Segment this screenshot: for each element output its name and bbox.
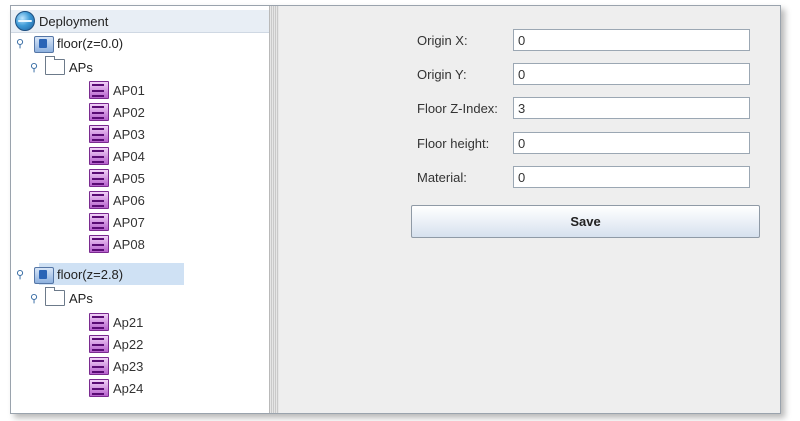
folder-icon xyxy=(45,287,65,306)
tree-floor-1[interactable]: ⚲ floor(z=2.8) xyxy=(15,263,123,285)
ap-label: AP02 xyxy=(113,104,145,120)
ap-label: AP04 xyxy=(113,148,145,164)
tree-ap-item[interactable]: Ap23 xyxy=(89,355,143,377)
floor-icon xyxy=(33,265,54,284)
ap-label: Ap21 xyxy=(113,314,144,330)
tree-ap-item[interactable]: AP02 xyxy=(89,101,145,123)
deployment-tree[interactable]: Deployment ⚲ floor(z=0.0) ⚲ APs AP01 AP0… xyxy=(11,6,269,413)
origin-y-row: Origin Y: xyxy=(417,61,750,87)
access-point-icon xyxy=(89,125,109,143)
save-button[interactable]: Save xyxy=(411,205,760,238)
ap-label: AP07 xyxy=(113,214,145,230)
tree-ap-item[interactable]: Ap21 xyxy=(89,311,143,333)
ap-label: Ap23 xyxy=(113,358,144,374)
ap-label: Ap22 xyxy=(113,336,144,352)
origin-x-field[interactable] xyxy=(513,29,750,51)
floor-height-field[interactable] xyxy=(513,132,750,154)
access-point-icon xyxy=(89,213,109,231)
origin-x-row: Origin X: xyxy=(417,27,750,53)
access-point-icon xyxy=(89,379,109,397)
expand-handle-icon[interactable]: ⚲ xyxy=(29,291,39,305)
origin-x-label: Origin X: xyxy=(417,32,468,48)
floor-z-index-row: Floor Z-Index: xyxy=(417,95,750,121)
ap-label: AP03 xyxy=(113,126,145,142)
tree-floor-0[interactable]: ⚲ floor(z=0.0) xyxy=(15,32,123,54)
tree-ap-item[interactable]: AP05 xyxy=(89,167,145,189)
access-point-icon xyxy=(89,191,109,209)
floor-height-row: Floor height: xyxy=(417,130,750,156)
tree-root-label: Deployment xyxy=(39,13,109,29)
tree-ap-item[interactable]: Ap22 xyxy=(89,333,143,355)
floor-height-label: Floor height: xyxy=(417,135,490,151)
ap-label: AP08 xyxy=(113,236,145,252)
access-point-icon xyxy=(89,103,109,121)
access-point-icon xyxy=(89,169,109,187)
floor-icon xyxy=(33,34,54,53)
tree-ap-item[interactable]: AP03 xyxy=(89,123,145,145)
origin-y-field[interactable] xyxy=(513,63,750,85)
access-point-icon xyxy=(89,357,109,375)
tree-group-label: APs xyxy=(69,59,93,75)
expand-handle-icon[interactable]: ⚲ xyxy=(29,60,39,74)
tree-ap-item[interactable]: AP07 xyxy=(89,211,145,233)
access-point-icon xyxy=(89,335,109,353)
expand-handle-icon[interactable]: ⚲ xyxy=(15,267,25,281)
tree-ap-item[interactable]: AP01 xyxy=(89,79,145,101)
tree-ap-item[interactable]: AP06 xyxy=(89,189,145,211)
access-point-icon xyxy=(89,147,109,165)
ap-label: AP05 xyxy=(113,170,145,186)
access-point-icon xyxy=(89,313,109,331)
ap-label: Ap24 xyxy=(113,380,144,396)
access-point-icon xyxy=(89,81,109,99)
properties-panel: Origin X: Origin Y: Floor Z-Index: Floor… xyxy=(279,6,780,413)
material-field[interactable] xyxy=(513,166,750,188)
expand-handle-icon[interactable]: ⚲ xyxy=(15,36,25,50)
material-row: Material: xyxy=(417,164,750,190)
tree-aps-group-1[interactable]: ⚲ APs xyxy=(29,287,93,309)
tree-ap-item[interactable]: AP08 xyxy=(89,233,145,255)
globe-icon xyxy=(15,11,35,31)
tree-floor-label: floor(z=0.0) xyxy=(57,35,124,51)
tree-ap-item[interactable]: AP04 xyxy=(89,145,145,167)
origin-y-label: Origin Y: xyxy=(417,66,467,82)
ap-label: AP06 xyxy=(113,192,145,208)
tree-floor-label: floor(z=2.8) xyxy=(57,266,124,282)
tree-aps-group-0[interactable]: ⚲ APs xyxy=(29,56,93,78)
tree-ap-item[interactable]: Ap24 xyxy=(89,377,143,399)
access-point-icon xyxy=(89,235,109,253)
tree-root-deployment[interactable]: Deployment xyxy=(15,10,108,32)
folder-icon xyxy=(45,56,65,75)
deployment-window: Deployment ⚲ floor(z=0.0) ⚲ APs AP01 AP0… xyxy=(10,5,781,414)
ap-label: AP01 xyxy=(113,82,145,98)
material-label: Material: xyxy=(417,169,467,185)
floor-z-index-field[interactable] xyxy=(513,97,750,119)
tree-group-label: APs xyxy=(69,290,93,306)
floor-z-index-label: Floor Z-Index: xyxy=(417,100,498,116)
